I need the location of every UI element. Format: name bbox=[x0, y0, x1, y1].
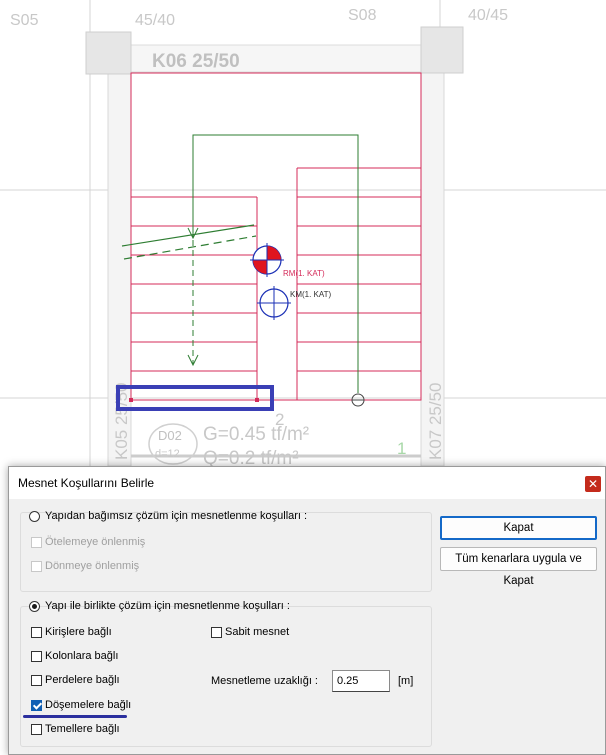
slabs-connected-checkbox[interactable]: Döşemelere bağlı bbox=[31, 699, 131, 711]
beams-connected-checkbox[interactable]: Kirişlere bağlı bbox=[31, 626, 112, 638]
break-line-dashed bbox=[123, 235, 257, 260]
slab-number-1: 1 bbox=[397, 439, 406, 458]
support-distance-input[interactable] bbox=[332, 670, 390, 692]
independent-solution-radio[interactable]: Yapıdan bağımsız çözüm için mesnetlenme … bbox=[29, 510, 307, 522]
rm-label: RM(1. KAT) bbox=[283, 269, 325, 278]
radio-button[interactable] bbox=[29, 510, 40, 522]
walls-connected-checkbox[interactable]: Perdelere bağlı bbox=[31, 674, 120, 686]
columns-connected-checkbox[interactable]: Kolonlara bağlı bbox=[31, 650, 118, 662]
independent-solution-group bbox=[20, 512, 432, 592]
radio-button-selected[interactable] bbox=[29, 600, 40, 612]
mass-center-marker bbox=[250, 243, 284, 277]
slab-thickness: d=12 bbox=[155, 448, 180, 460]
fixed-support-checkbox[interactable]: Sabit mesnet bbox=[211, 626, 289, 638]
rotation-restrained-checkbox: Dönmeye önlenmiş bbox=[31, 560, 139, 572]
independent-solution-label: Yapıdan bağımsız çözüm için mesnetlenme … bbox=[45, 510, 308, 522]
translation-restrained-checkbox: Ötelemeye önlenmiş bbox=[31, 536, 145, 548]
edge-node bbox=[129, 398, 133, 402]
dimension-label-right: 40/45 bbox=[468, 7, 508, 24]
combined-solution-label: Yapı ile birlikte çözüm için mesnetlenme… bbox=[45, 600, 290, 612]
slab-dead-load: G=0.45 tf/m² bbox=[203, 424, 309, 445]
dialog-title: Mesnet Koşullarını Belirle bbox=[18, 476, 155, 490]
checkmark-icon[interactable] bbox=[31, 699, 42, 711]
close-button[interactable]: Kapat bbox=[440, 516, 597, 540]
selected-option-underline bbox=[23, 715, 127, 718]
edge-node bbox=[255, 398, 259, 402]
support-conditions-dialog: Mesnet Koşullarını Belirle ✕ Yapıdan bağ… bbox=[8, 466, 606, 755]
dimension-label-left: 45/40 bbox=[135, 12, 175, 29]
combined-solution-radio[interactable]: Yapı ile birlikte çözüm için mesnetlenme… bbox=[29, 600, 290, 612]
support-distance-unit: [m] bbox=[398, 675, 414, 687]
axis-label-s05: S05 bbox=[10, 12, 39, 29]
column-right bbox=[420, 26, 464, 74]
column-left bbox=[85, 31, 132, 75]
slab-id: D02 bbox=[158, 428, 182, 443]
km-label: KM(1. KAT) bbox=[290, 290, 332, 299]
dialog-title-bar[interactable]: Mesnet Koşullarını Belirle ✕ bbox=[9, 467, 605, 499]
stair-outline bbox=[130, 72, 422, 401]
apply-all-edges-button[interactable]: Tüm kenarlara uygula ve Kapat bbox=[440, 547, 597, 587]
beam-label-right: K07 25/50 bbox=[426, 382, 445, 460]
stair-flight-right bbox=[296, 167, 421, 400]
axis-label-s08: S08 bbox=[348, 7, 377, 24]
close-icon[interactable]: ✕ bbox=[585, 476, 601, 492]
foundations-connected-checkbox[interactable]: Temellere bağlı bbox=[31, 723, 120, 735]
beam-label-top: K06 25/50 bbox=[152, 51, 240, 72]
support-distance-label: Mesnetleme uzaklığı : bbox=[211, 675, 318, 687]
rigidity-center-marker bbox=[257, 286, 291, 320]
beam-label-left: K05 25/50 bbox=[112, 382, 131, 460]
